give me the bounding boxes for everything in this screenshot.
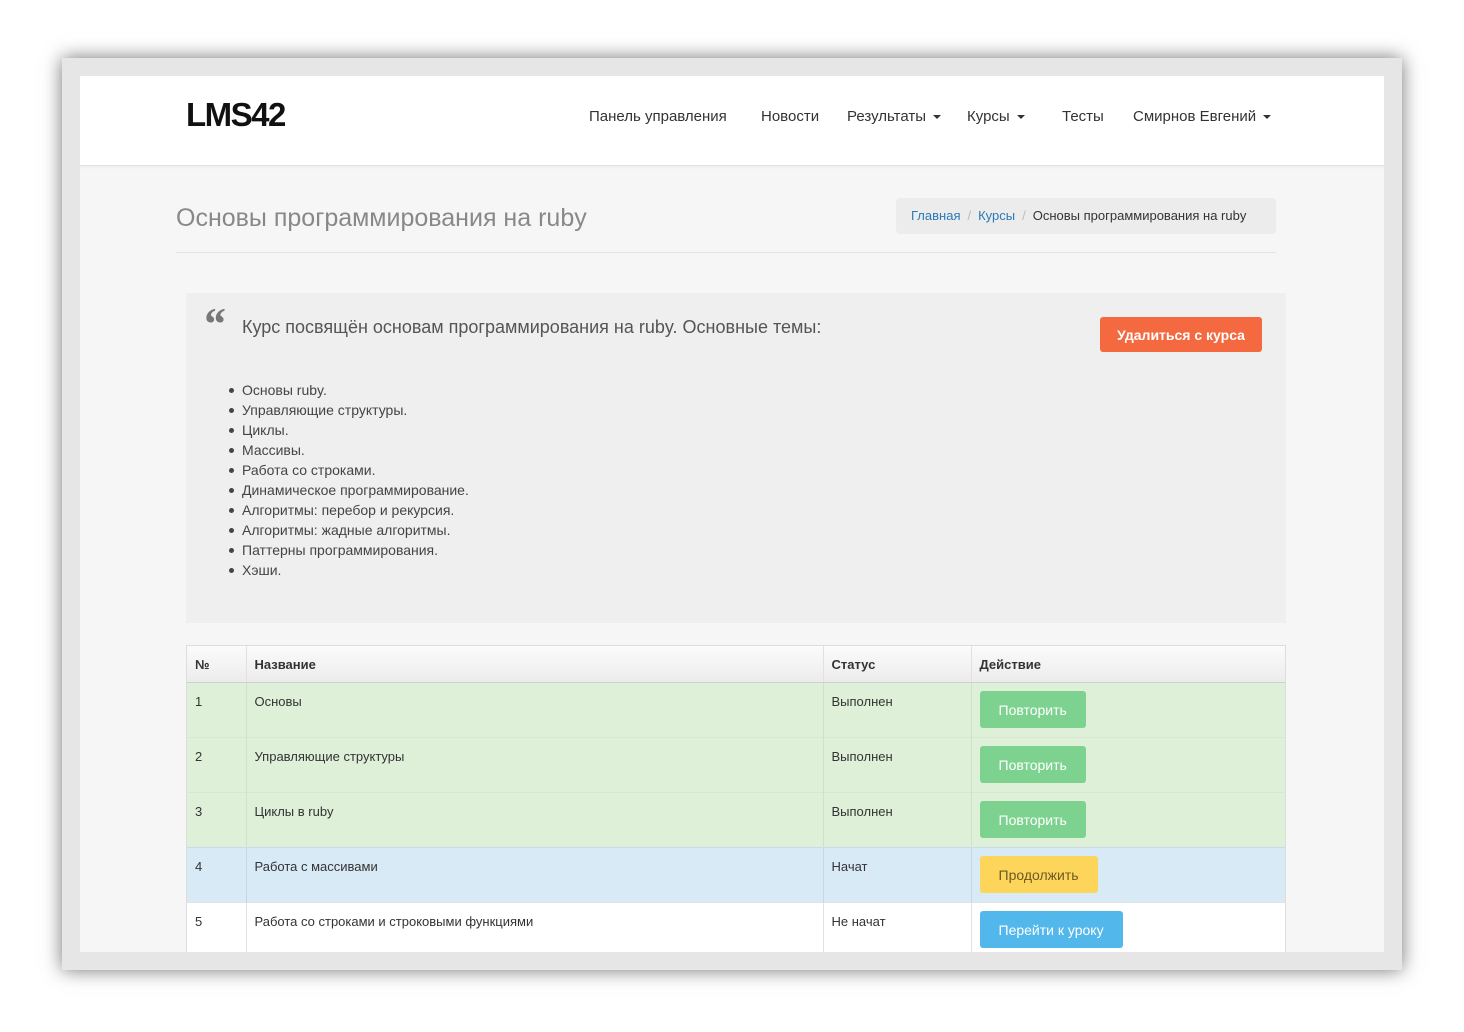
lesson-number: 5 bbox=[187, 902, 246, 952]
nav-news[interactable]: Новости bbox=[761, 107, 819, 127]
page-title: Основы программирования на ruby bbox=[176, 204, 587, 232]
lesson-number: 4 bbox=[187, 847, 246, 903]
repeat-lesson-button[interactable]: Повторить bbox=[979, 801, 1086, 838]
repeat-lesson-button[interactable]: Повторить bbox=[979, 746, 1086, 783]
column-header-number: № bbox=[187, 646, 246, 683]
lesson-number: 3 bbox=[187, 792, 246, 848]
lesson-number: 1 bbox=[187, 682, 246, 738]
column-header-status: Статус bbox=[822, 646, 971, 683]
lessons-table-container: № Название Статус Действие 1 Основы Выпо… bbox=[186, 645, 1286, 952]
breadcrumb: Главная / Курсы / Основы программирования на… bbox=[896, 198, 1276, 234]
lesson-status: Не начат bbox=[822, 902, 971, 952]
lesson-number: 2 bbox=[187, 737, 246, 793]
nav-tests[interactable]: Тесты bbox=[1062, 107, 1104, 127]
breadcrumb-courses-link[interactable]: Курсы bbox=[978, 208, 1015, 223]
topic-item: Алгоритмы: жадные алгоритмы. bbox=[229, 520, 469, 540]
table-row: 5 Работа со строками и строковыми функци… bbox=[187, 902, 1285, 952]
table-row: 4 Работа с массивами Начат Продолжить bbox=[187, 847, 1285, 903]
breadcrumb-current: Основы программирования на ruby bbox=[1032, 208, 1247, 223]
lesson-name: Управляющие структуры bbox=[245, 737, 823, 793]
topic-item: Паттерны программирования. bbox=[229, 540, 469, 560]
nav-user-label: Смирнов Евгений bbox=[1133, 108, 1257, 125]
lesson-action-cell: Продолжить bbox=[970, 847, 1285, 903]
title-divider bbox=[176, 252, 1276, 253]
lesson-name: Работа с массивами bbox=[245, 847, 823, 903]
top-navbar: LMS42 Панель управления Новости Результа… bbox=[80, 76, 1384, 166]
nav-courses-dropdown[interactable]: Курсы bbox=[967, 107, 1025, 127]
column-header-name: Название bbox=[245, 646, 823, 683]
course-description-blockquote: “ Курс посвящён основам программирования… bbox=[186, 293, 1286, 623]
leave-course-button[interactable]: Удалиться с курса bbox=[1100, 317, 1262, 352]
lesson-name: Работа со строками и строковыми функциям… bbox=[245, 902, 823, 952]
nav-user-dropdown[interactable]: Смирнов Евгений bbox=[1133, 107, 1272, 127]
nav-results-label: Результаты bbox=[847, 108, 926, 125]
lesson-name: Основы bbox=[245, 682, 823, 738]
caret-down-icon bbox=[1263, 115, 1272, 120]
topic-item: Основы ruby. bbox=[229, 380, 469, 400]
course-topics-list: Основы ruby. Управляющие структуры. Цикл… bbox=[229, 380, 469, 580]
continue-lesson-button[interactable]: Продолжить bbox=[979, 856, 1098, 893]
topic-item: Динамическое программирование. bbox=[229, 482, 469, 498]
lesson-action-cell: Повторить bbox=[970, 682, 1285, 738]
lesson-status: Выполнен bbox=[822, 682, 971, 738]
lesson-status: Выполнен bbox=[822, 737, 971, 793]
caret-down-icon bbox=[933, 115, 941, 120]
lesson-status: Начат bbox=[822, 847, 971, 903]
nav-results-dropdown[interactable]: Результаты bbox=[847, 107, 941, 127]
screenshot-frame: LMS42 Панель управления Новости Результа… bbox=[62, 58, 1402, 970]
lessons-table: № Название Статус Действие 1 Основы Выпо… bbox=[187, 646, 1285, 952]
table-row: 3 Циклы в ruby Выполнен Повторить bbox=[187, 792, 1285, 848]
breadcrumb-home-link[interactable]: Главная bbox=[911, 208, 960, 223]
topic-item: Массивы. bbox=[229, 440, 469, 460]
lesson-action-cell: Перейти к уроку bbox=[970, 902, 1285, 952]
brand-logo[interactable]: LMS42 bbox=[186, 96, 286, 134]
lesson-status: Выполнен bbox=[822, 792, 971, 848]
lesson-name: Циклы в ruby bbox=[245, 792, 823, 848]
nav-dashboard[interactable]: Панель управления bbox=[589, 107, 727, 127]
browser-viewport: LMS42 Панель управления Новости Результа… bbox=[80, 76, 1384, 952]
topic-item: Алгоритмы: перебор и рекурсия. bbox=[229, 500, 469, 520]
topic-item: Управляющие структуры. bbox=[229, 400, 469, 420]
nav-courses-label: Курсы bbox=[967, 108, 1010, 125]
table-row: 1 Основы Выполнен Повторить bbox=[187, 682, 1285, 738]
breadcrumb-separator: / bbox=[1022, 208, 1026, 223]
repeat-lesson-button[interactable]: Повторить bbox=[979, 691, 1086, 728]
quote-mark-icon: “ bbox=[202, 298, 225, 349]
lesson-action-cell: Повторить bbox=[970, 737, 1285, 793]
column-header-action: Действие bbox=[970, 646, 1285, 683]
caret-down-icon bbox=[1016, 115, 1025, 120]
breadcrumb-separator: / bbox=[967, 208, 972, 223]
course-description-text: Курс посвящён основам программирования н… bbox=[242, 317, 822, 337]
topic-item: Хэши. bbox=[229, 560, 469, 580]
table-header-row: № Название Статус Действие bbox=[187, 646, 1285, 683]
topic-item: Работа со строками. bbox=[229, 460, 469, 480]
go-to-lesson-button[interactable]: Перейти к уроку bbox=[979, 911, 1123, 948]
topic-item: Циклы. bbox=[229, 420, 469, 440]
table-row: 2 Управляющие структуры Выполнен Повтори… bbox=[187, 737, 1285, 793]
lesson-action-cell: Повторить bbox=[970, 792, 1285, 848]
